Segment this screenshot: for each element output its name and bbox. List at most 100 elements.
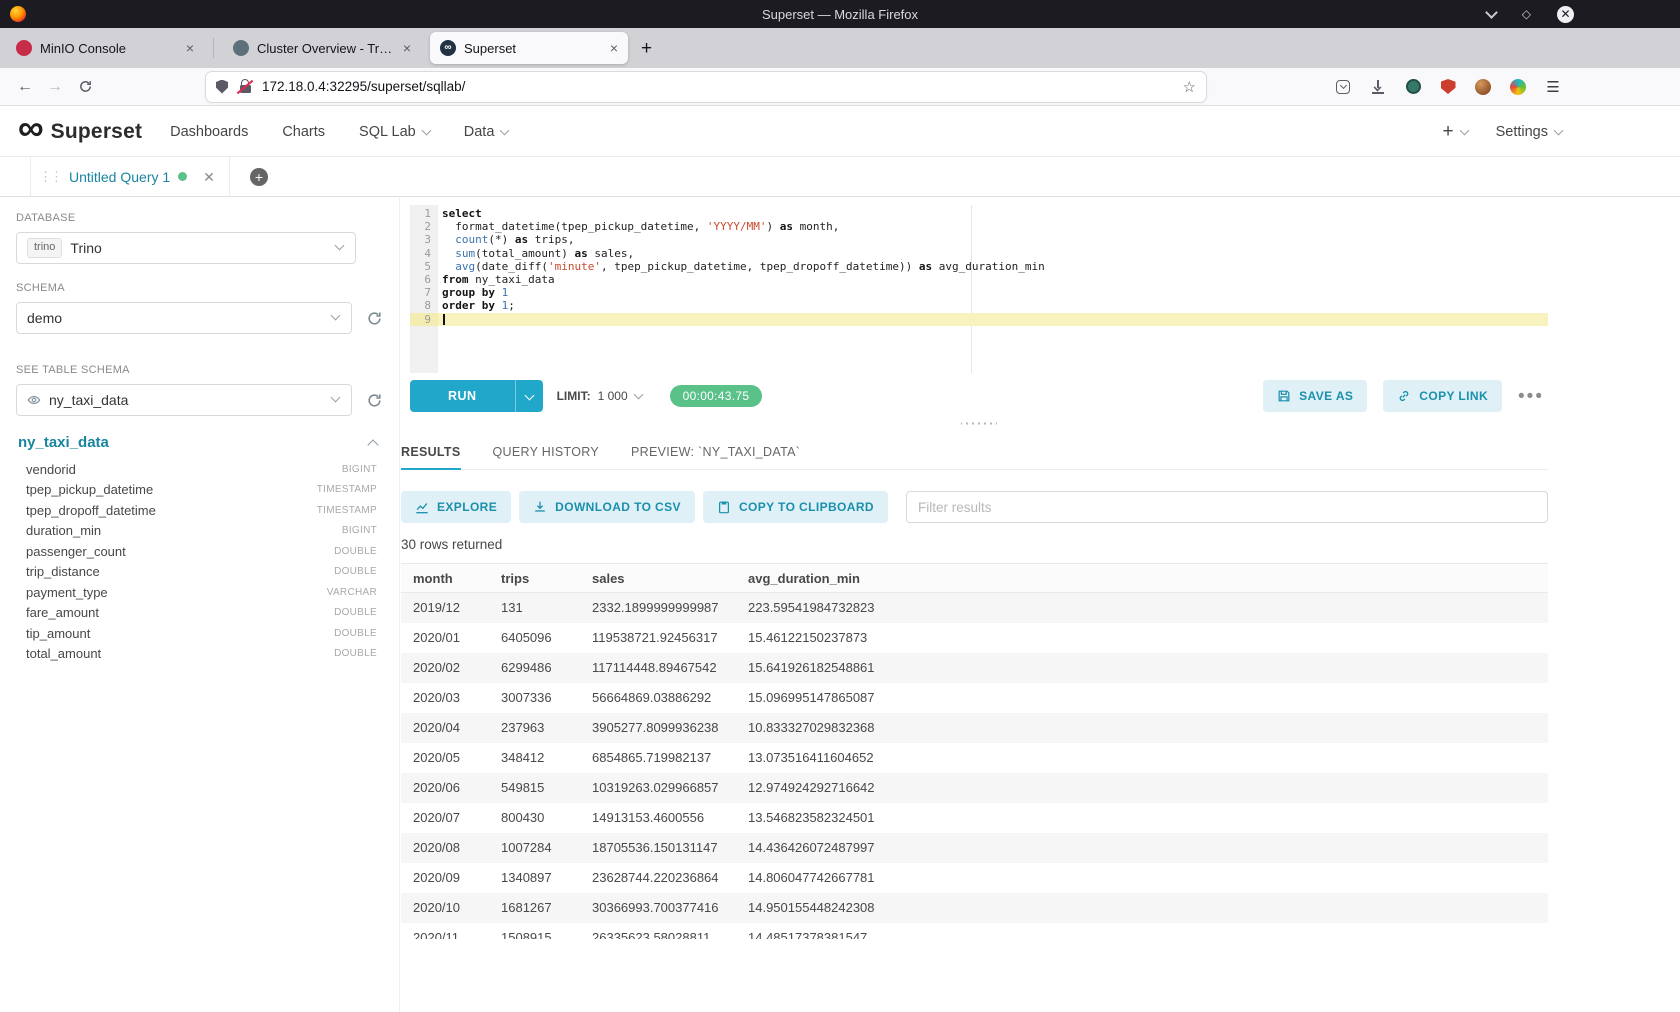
editor-code[interactable]: select format_datetime(tpep_pickup_datet… [438, 205, 1548, 373]
filter-results-input[interactable] [906, 491, 1548, 523]
sql-editor[interactable]: 123456789 select format_datetime(tpep_pi… [410, 205, 1548, 373]
eye-icon [27, 393, 41, 407]
explore-button[interactable]: EXPLORE [401, 491, 511, 523]
table-select[interactable]: ny_taxi_data [16, 384, 352, 416]
column-type: BIGINT [342, 525, 377, 536]
column-type: DOUBLE [334, 566, 377, 577]
tab-preview[interactable]: PREVIEW: `NY_TAXI_DATA` [631, 437, 800, 469]
minimize-icon[interactable] [1485, 6, 1498, 19]
settings-menu[interactable]: Settings [1496, 124, 1562, 140]
tab-close-icon[interactable]: × [403, 41, 411, 55]
copy-link-button[interactable]: COPY LINK [1383, 380, 1502, 412]
column-name: trip_distance [26, 564, 100, 579]
column-item[interactable]: vendoridBIGINT [16, 459, 383, 480]
run-button[interactable]: RUN [410, 380, 543, 412]
code-line[interactable]: group by 1 [438, 286, 1548, 299]
menu-icon[interactable]: ☰ [1544, 78, 1562, 96]
column-type: VARCHAR [327, 587, 377, 598]
copy-clipboard-button[interactable]: COPY TO CLIPBOARD [703, 491, 888, 523]
tab-results[interactable]: RESULTS [401, 437, 461, 469]
code-line[interactable]: avg(date_diff('minute', tpep_pickup_date… [438, 260, 1548, 273]
forward-button[interactable]: → [40, 73, 70, 101]
extension-icon-pinwheel[interactable] [1509, 78, 1527, 96]
limit-label: LIMIT: [557, 389, 591, 403]
results-column-header[interactable]: sales [580, 564, 736, 593]
column-item[interactable]: total_amountDOUBLE [16, 644, 383, 665]
nav-sql-lab[interactable]: SQL Lab [359, 124, 430, 140]
column-item[interactable]: passenger_countDOUBLE [16, 541, 383, 562]
table-name[interactable]: ny_taxi_data [18, 434, 109, 451]
code-line[interactable]: count(*) as trips, [438, 233, 1548, 246]
downloads-icon[interactable] [1369, 78, 1387, 96]
refresh-schemas-button[interactable] [366, 310, 383, 327]
browser-tab-minio[interactable]: MinIO Console × [6, 32, 204, 64]
code-line[interactable]: from ny_taxi_data [438, 273, 1548, 286]
column-item[interactable]: tpep_pickup_datetimeTIMESTAMP [16, 480, 383, 501]
code-line[interactable]: format_datetime(tpep_pickup_datetime, 'Y… [438, 220, 1548, 233]
drag-handle-icon[interactable]: ⋮⋮ [39, 170, 61, 183]
column-item[interactable]: duration_min BIGINT [16, 521, 383, 542]
results-column-header[interactable]: month [401, 564, 489, 593]
code-line[interactable]: order by 1; [438, 299, 1548, 312]
table-value: ny_taxi_data [49, 392, 128, 408]
browser-tab-trino[interactable]: Cluster Overview - Trino × [223, 32, 421, 64]
query-tab-close-icon[interactable]: ✕ [203, 170, 215, 184]
nav-charts[interactable]: Charts [282, 124, 325, 140]
line-number: 7 [410, 286, 438, 299]
table-row: 2020/09134089723628744.22023686414.80604… [401, 863, 1548, 893]
column-item[interactable]: tpep_dropoff_datetimeTIMESTAMP [16, 500, 383, 521]
results-column-header[interactable]: avg_duration_min [736, 564, 1548, 593]
results-table-container[interactable]: monthtripssalesavg_duration_min 2019/121… [401, 563, 1548, 939]
more-options-icon[interactable]: ••• [1518, 387, 1544, 406]
save-as-button[interactable]: SAVE AS [1263, 380, 1367, 412]
add-query-tab-button[interactable]: + [250, 168, 268, 186]
tab-close-icon[interactable]: × [186, 41, 194, 55]
ublock-icon[interactable] [1439, 78, 1457, 96]
pane-resize-handle[interactable] [410, 421, 1548, 426]
code-line[interactable]: sum(total_amount) as sales, [438, 247, 1548, 260]
code-line[interactable]: select [438, 207, 1548, 220]
download-csv-button[interactable]: DOWNLOAD TO CSV [519, 491, 695, 523]
table-cell: 237963 [489, 713, 580, 743]
collapse-icon[interactable] [367, 439, 378, 450]
profile-avatar[interactable] [1474, 78, 1492, 96]
query-tab-active[interactable]: ⋮⋮ Untitled Query 1 ✕ [30, 157, 230, 197]
nav-dashboards[interactable]: Dashboards [170, 124, 248, 140]
run-button-label: RUN [410, 380, 515, 412]
run-dropdown-button[interactable] [515, 380, 543, 412]
code-line[interactable] [438, 313, 1548, 326]
browser-tab-superset[interactable]: ∞ Superset × [430, 32, 628, 64]
close-icon[interactable]: ✕ [1557, 6, 1574, 23]
column-item[interactable]: payment_typeVARCHAR [16, 582, 383, 603]
tracking-shield-icon[interactable] [216, 80, 228, 94]
new-tab-button[interactable]: + [641, 39, 652, 58]
database-select[interactable]: trino Trino [16, 232, 356, 264]
column-item[interactable]: fare_amountDOUBLE [16, 603, 383, 624]
reload-button[interactable] [70, 73, 100, 101]
back-button[interactable]: ← [10, 73, 40, 101]
chevron-down-icon [331, 393, 341, 403]
url-text[interactable]: 172.18.0.4:32295/superset/sqllab/ [262, 79, 465, 94]
column-item[interactable]: tip_amountDOUBLE [16, 623, 383, 644]
superset-logo[interactable]: ∞ Superset [18, 120, 142, 144]
table-cell: 2020/02 [401, 653, 489, 683]
tab-close-icon[interactable]: × [610, 41, 618, 55]
new-item-button[interactable]: + [1442, 122, 1467, 141]
results-column-header[interactable]: trips [489, 564, 580, 593]
insecure-lock-icon[interactable] [237, 79, 253, 94]
url-bar[interactable]: 172.18.0.4:32295/superset/sqllab/ ☆ [206, 72, 1206, 102]
download-icon [533, 500, 547, 514]
schema-select[interactable]: demo [16, 302, 352, 334]
table-cell: 12.974924292716642 [736, 773, 1548, 803]
pocket-icon[interactable] [1334, 78, 1352, 96]
bookmark-star-icon[interactable]: ☆ [1183, 78, 1196, 96]
tab-query-history[interactable]: QUERY HISTORY [493, 437, 599, 469]
maximize-icon[interactable]: ◇ [1522, 8, 1531, 20]
extension-icon-green[interactable] [1404, 78, 1422, 96]
table-cell: 15.46122150237873 [736, 623, 1548, 653]
refresh-tables-button[interactable] [366, 392, 383, 409]
column-name: duration_min [26, 523, 101, 538]
limit-dropdown[interactable]: LIMIT: 1 000 [557, 389, 642, 403]
column-item[interactable]: trip_distance DOUBLE [16, 562, 383, 583]
nav-data[interactable]: Data [464, 124, 509, 140]
